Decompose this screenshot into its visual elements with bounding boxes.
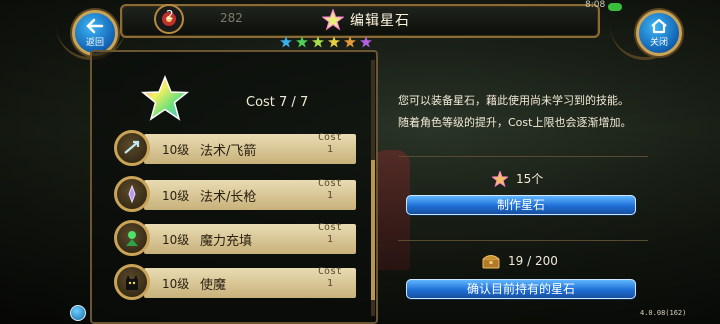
skill-level: 10级 (162, 189, 190, 203)
star-stone-icon (322, 9, 344, 31)
skill-name: 法术/飞箭 (200, 144, 257, 159)
stone-purple-icon (360, 36, 372, 48)
mana-charge-icon (114, 220, 150, 256)
battery-icon (608, 3, 622, 11)
skill-name: 魔力充填 (200, 234, 253, 249)
divider (398, 156, 648, 157)
currency-value: 282 (220, 11, 243, 25)
skill-row[interactable]: 10级 法术/飞箭 Cost 1 (114, 130, 356, 166)
star-stone-count-text: 15个 (516, 172, 544, 186)
treasure-chest-icon (482, 255, 500, 269)
skill-cost: Cost 1 (317, 266, 343, 289)
rainbow-star-stone-icon (140, 74, 190, 121)
view-owned-stones-button[interactable]: 确认目前持有的星石 (406, 279, 636, 299)
skill-name: 法术/长枪 (200, 190, 257, 205)
star-stone-count: 15个 (492, 170, 543, 187)
description-line-2: 随着角色等级的提升，Cost上限也会逐渐增加。 (398, 116, 632, 129)
skill-level: 10级 (162, 277, 190, 291)
lance-icon (114, 176, 150, 212)
skill-row[interactable]: 10级 魔力充填 Cost 1 (114, 220, 356, 256)
chat-icon[interactable] (70, 305, 86, 321)
back-label: 返回 (85, 38, 104, 48)
skill-level: 10级 (162, 143, 190, 157)
skill-cost: Cost 1 (317, 222, 343, 245)
skill-row[interactable]: 10级 使魔 Cost 1 (114, 264, 356, 300)
version-label: 4.0.08(162) (640, 309, 687, 317)
skill-row[interactable]: 10级 法术/长枪 Cost 1 (114, 176, 356, 212)
star-stone-type-row (280, 36, 372, 48)
stone-yellow-icon (328, 36, 340, 48)
arrow-icon (114, 130, 150, 166)
star-stone-icon (492, 170, 508, 187)
storage-count-text: 19 / 200 (508, 254, 558, 268)
page-title: 编辑星石 (322, 9, 410, 31)
home-icon (651, 18, 667, 34)
storage-count: 19 / 200 (482, 253, 558, 269)
skill-cost: Cost 1 (317, 132, 343, 155)
stone-green-icon (296, 36, 308, 48)
description-line-1: 您可以装备星石，藉此使用尚未学习到的技能。 (398, 94, 629, 107)
make-star-stone-button[interactable]: 制作星石 (406, 195, 636, 215)
scrollbar-thumb[interactable] (371, 160, 375, 300)
close-label: 关闭 (649, 38, 668, 48)
divider (398, 240, 648, 241)
cost-capacity: Cost 7 / 7 (246, 95, 309, 110)
stone-blue-icon (280, 36, 292, 48)
stone-orange-icon (344, 36, 356, 48)
back-arrow-icon (86, 18, 104, 34)
stone-lime-icon (312, 36, 324, 48)
badge-count: 2 (166, 8, 174, 22)
familiar-cat-icon (114, 264, 150, 300)
title-text: 编辑星石 (350, 13, 410, 29)
skill-level: 10级 (162, 233, 190, 247)
skill-cost: Cost 1 (317, 178, 343, 201)
close-button[interactable]: 关闭 (636, 10, 682, 56)
skill-name: 使魔 (200, 278, 227, 293)
